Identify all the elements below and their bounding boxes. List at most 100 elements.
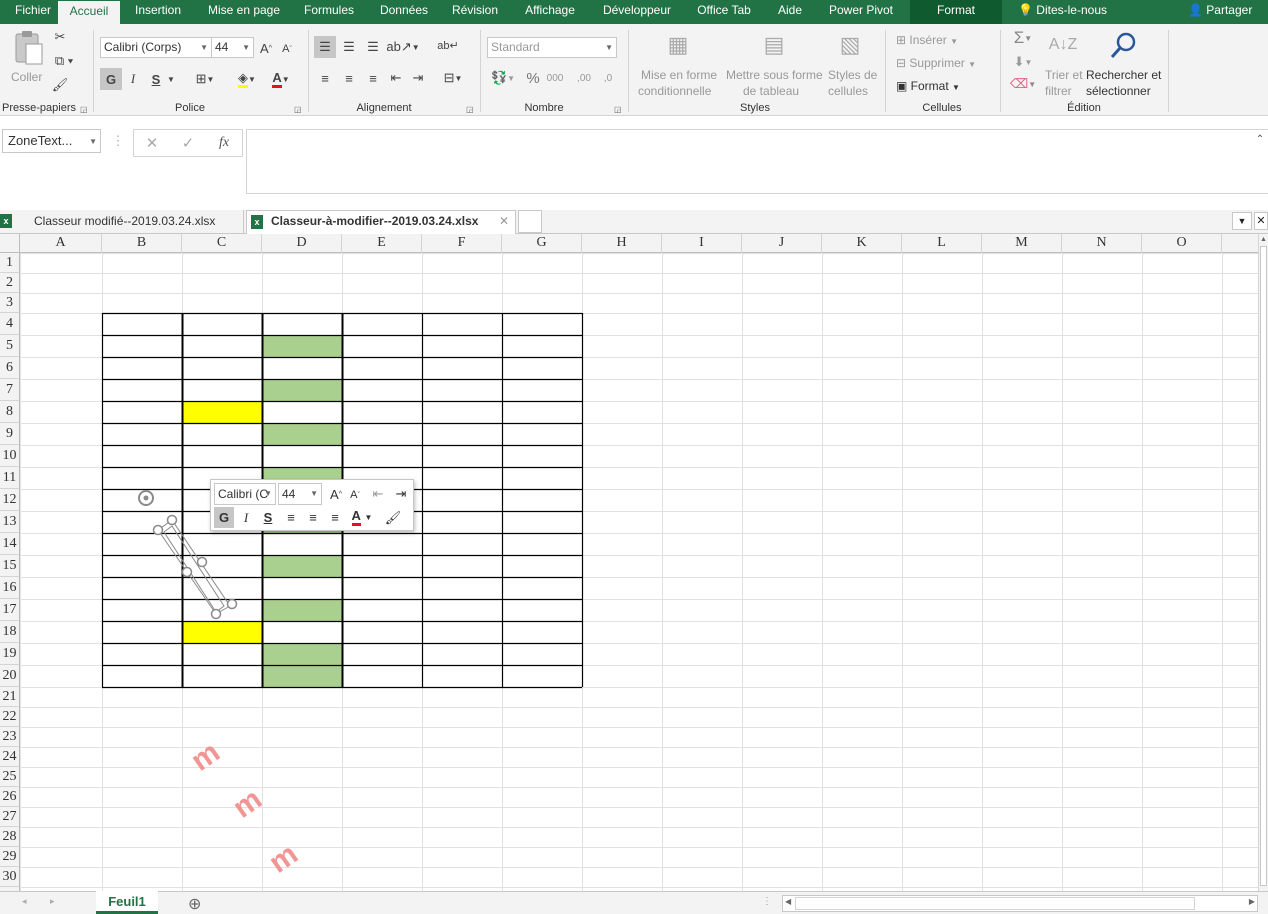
align-right-icon[interactable]: ≡: [362, 68, 384, 88]
textbox-rotation-handle[interactable]: [138, 490, 154, 506]
autosum-icon[interactable]: Σ ▼: [1008, 28, 1038, 48]
wrap-text-icon[interactable]: ab↵: [437, 34, 458, 56]
thousands-button[interactable]: 000: [544, 68, 566, 88]
ribbon-tab-insertion[interactable]: Insertion: [123, 0, 193, 24]
ribbon-tab-power-pivot[interactable]: Power Pivot: [820, 0, 902, 24]
mini-underline-button[interactable]: S: [259, 507, 277, 528]
orientation-icon[interactable]: ab↗ ▼: [386, 36, 419, 58]
currency-icon[interactable]: 💱 ▼: [488, 68, 518, 88]
sort-filter-button[interactable]: A↓Z Trier et filtrer: [1040, 28, 1086, 100]
format-as-table-button[interactable]: ▤ Mettre sous forme de tableau: [724, 28, 824, 100]
align-center-icon[interactable]: ≡: [303, 507, 323, 528]
borders-icon[interactable]: ⊞ ▼: [190, 68, 220, 90]
column-header-d[interactable]: D: [262, 234, 342, 253]
merge-center-icon[interactable]: ⊟ ▼: [436, 68, 470, 88]
ribbon-tab-développeur[interactable]: Développeur: [593, 0, 681, 24]
new-tab-button[interactable]: [518, 210, 542, 233]
align-top-icon[interactable]: ☰: [314, 36, 336, 58]
number-launcher-icon[interactable]: ◲: [614, 105, 622, 114]
row-header-6[interactable]: 6: [0, 357, 19, 379]
cut-icon[interactable]: ✂: [50, 28, 70, 46]
shrink-font-icon[interactable]: Aˇ: [347, 486, 363, 504]
row-header-17[interactable]: 17: [0, 599, 19, 621]
sheet-tab-active[interactable]: Feuil1: [96, 891, 158, 914]
row-header-24[interactable]: 24: [0, 747, 19, 767]
column-header-j[interactable]: J: [742, 234, 822, 253]
row-header-14[interactable]: 14: [0, 533, 19, 555]
column-header-b[interactable]: B: [102, 234, 182, 253]
row-header-18[interactable]: 18: [0, 621, 19, 643]
italic-button[interactable]: I: [123, 68, 143, 90]
row-header-3[interactable]: 3: [0, 293, 19, 313]
row-header-30[interactable]: 30: [0, 867, 19, 887]
column-header-l[interactable]: L: [902, 234, 982, 253]
ribbon-tab-fichier[interactable]: Fichier: [8, 0, 58, 24]
row-header-22[interactable]: 22: [0, 707, 19, 727]
font-color-icon[interactable]: A ▼: [266, 68, 296, 90]
ribbon-tab-format[interactable]: Format: [910, 0, 1002, 24]
clear-icon[interactable]: ⌫ ▼: [1008, 74, 1038, 94]
paste-button[interactable]: Coller: [6, 28, 48, 98]
document-tab-active[interactable]: x Classeur-à-modifier--2019.03.24.xlsx ✕: [246, 210, 516, 234]
row-header-19[interactable]: 19: [0, 643, 19, 665]
collapse-formula-icon[interactable]: ⌃: [1254, 132, 1266, 146]
find-select-button[interactable]: Rechercher et sélectionner: [1086, 28, 1166, 100]
fill-color-icon[interactable]: ◈ ▼: [232, 68, 262, 90]
mini-font-select[interactable]: Calibri (C ▼: [214, 483, 276, 505]
align-middle-icon[interactable]: ☰: [338, 36, 360, 58]
column-header-e[interactable]: E: [342, 234, 422, 253]
font-name-select[interactable]: Calibri (Corps) ▼: [100, 37, 212, 58]
row-header-27[interactable]: 27: [0, 807, 19, 827]
scroll-right-icon[interactable]: ▶: [1249, 897, 1255, 906]
grow-font-icon[interactable]: A ^: [327, 484, 345, 504]
font-color-icon[interactable]: A ▼: [347, 507, 377, 528]
ribbon-tab-aide[interactable]: Aide: [770, 0, 810, 24]
vertical-scrollbar[interactable]: ▲: [1258, 234, 1268, 891]
column-header-h[interactable]: H: [582, 234, 662, 253]
row-header-13[interactable]: 13: [0, 511, 19, 533]
percent-button[interactable]: %: [524, 68, 542, 88]
row-header-28[interactable]: 28: [0, 827, 19, 847]
column-header-c[interactable]: C: [182, 234, 262, 253]
clipboard-launcher-icon[interactable]: ◲: [80, 105, 88, 114]
row-header-7[interactable]: 7: [0, 379, 19, 401]
column-header-a[interactable]: A: [20, 234, 102, 253]
number-format-select[interactable]: Standard ▼: [487, 37, 617, 58]
decrease-decimal-icon[interactable]: ,0: [598, 68, 618, 88]
splitter-dots-icon[interactable]: ⋮: [762, 896, 772, 907]
row-header-23[interactable]: 23: [0, 727, 19, 747]
add-sheet-icon[interactable]: ⊕: [188, 894, 201, 914]
ribbon-tab-affichage[interactable]: Affichage: [515, 0, 585, 24]
increase-indent-icon[interactable]: ⇥: [408, 68, 428, 88]
format-button[interactable]: ▣ Format ▼: [896, 79, 960, 93]
row-header-29[interactable]: 29: [0, 847, 19, 867]
function-icon[interactable]: fx: [214, 133, 234, 153]
tab-list-dropdown[interactable]: ▼: [1232, 212, 1252, 230]
row-header-4[interactable]: 4: [0, 313, 19, 335]
column-header-o[interactable]: O: [1142, 234, 1222, 253]
align-right-icon[interactable]: ≡: [325, 507, 345, 528]
column-header-k[interactable]: K: [822, 234, 902, 253]
scroll-up-icon[interactable]: ▲: [1259, 236, 1268, 243]
align-bottom-icon[interactable]: ☰: [362, 36, 384, 58]
select-all-corner[interactable]: [0, 234, 20, 253]
row-header-5[interactable]: 5: [0, 335, 19, 357]
delete-button[interactable]: ⊟ Supprimer ▼: [896, 56, 976, 70]
row-header-12[interactable]: 12: [0, 489, 19, 511]
cancel-icon[interactable]: ✕: [142, 133, 162, 153]
row-header-20[interactable]: 20: [0, 665, 19, 687]
sheet-nav-left-icon[interactable]: ◂: [22, 896, 27, 907]
worksheet-grid[interactable]: mmm ABCDEFGHIJKLMNO 1 2 3 4 5 6 7 8 9 10 11 12 13 14 1…: [0, 234, 1258, 891]
row-header-2[interactable]: 2: [0, 273, 19, 293]
ribbon-tab-données[interactable]: Données: [371, 0, 437, 24]
insert-button[interactable]: ⊞ Insérer ▼: [896, 33, 958, 47]
column-header-n[interactable]: N: [1062, 234, 1142, 253]
formula-input[interactable]: [246, 129, 1268, 194]
close-all-icon[interactable]: ✕: [1254, 212, 1268, 230]
close-tab-icon[interactable]: ✕: [499, 214, 509, 228]
copy-icon[interactable]: ⧉ ▾: [50, 52, 78, 70]
share-button[interactable]: 👤 Partager: [1188, 0, 1252, 24]
row-header-21[interactable]: 21: [0, 687, 19, 707]
horizontal-scrollbar[interactable]: ◀ ▶: [782, 895, 1258, 912]
enter-icon[interactable]: ✓: [178, 133, 198, 153]
